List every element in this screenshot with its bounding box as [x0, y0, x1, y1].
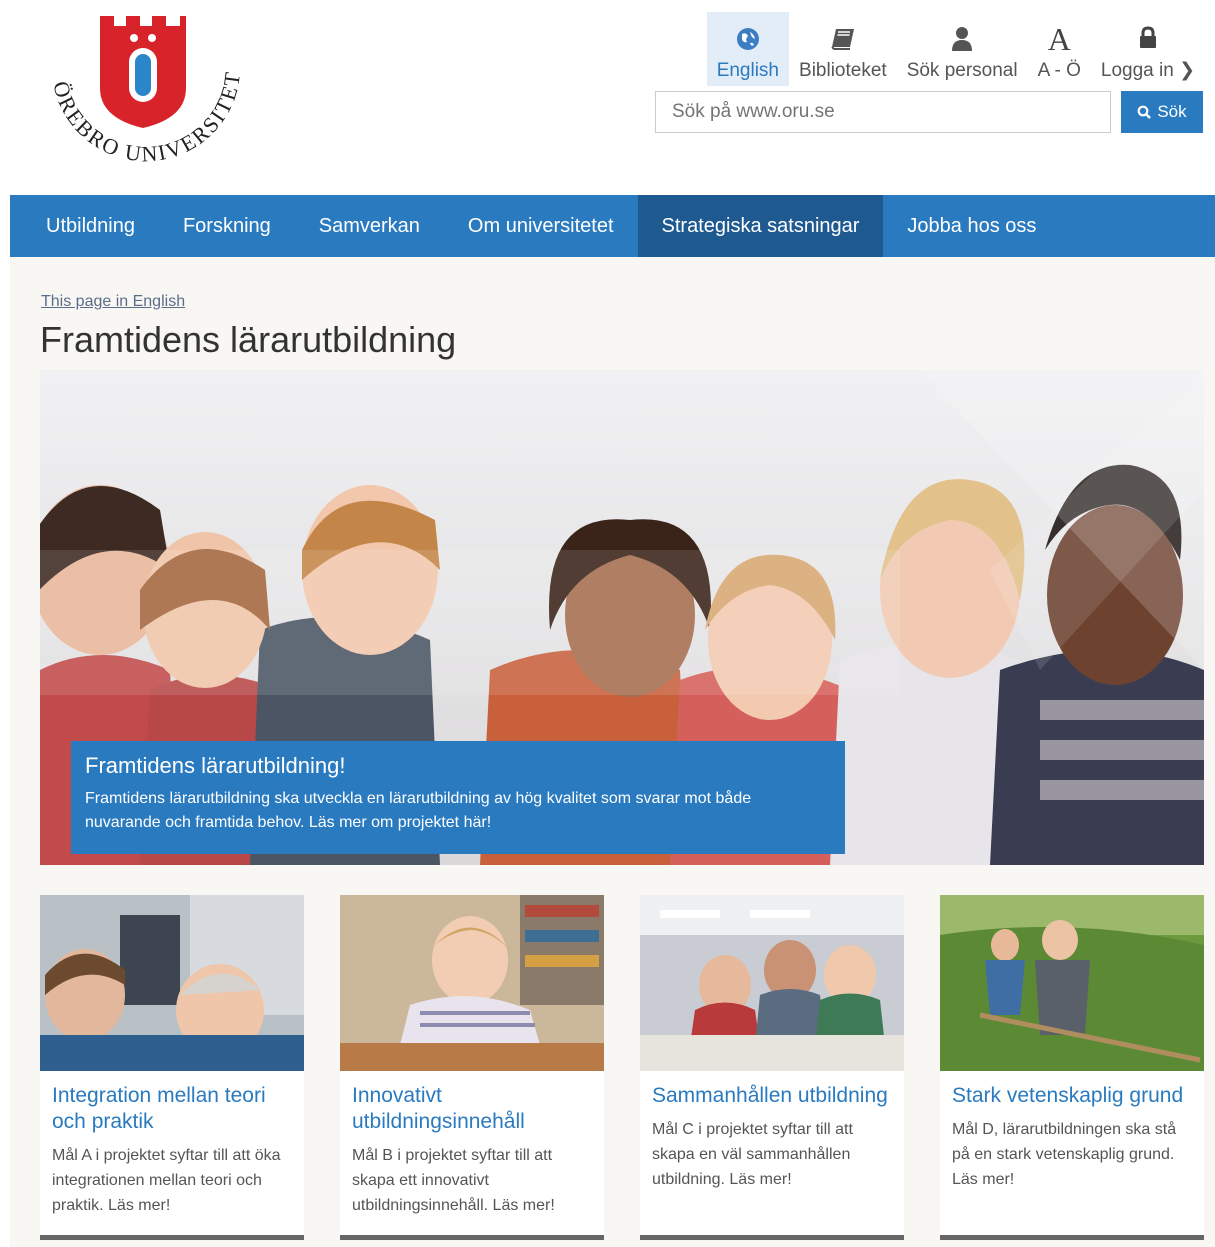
search-input[interactable]: [655, 91, 1111, 133]
book-icon: [830, 24, 856, 54]
login-label: Logga in ❯: [1100, 60, 1195, 81]
card-image: [940, 895, 1204, 1071]
hero-caption[interactable]: Framtidens lärarutbildning! Framtidens l…: [71, 741, 845, 854]
card-title: Stark vetenskaplig grund: [952, 1084, 1184, 1107]
person-icon: [951, 24, 973, 54]
card-innovativt[interactable]: Innovativt utbildningsinnehåll Mål B i p…: [340, 895, 604, 1240]
nav-item-strategiska-satsningar[interactable]: Strategiska satsningar: [637, 195, 884, 257]
hero-banner[interactable]: Framtidens lärarutbildning! Framtidens l…: [40, 370, 1204, 865]
card-text: Mål C i projektet syftar till att skapa …: [652, 1121, 853, 1188]
nav-item-om-universitetet[interactable]: Om universitetet: [444, 195, 638, 257]
card-integration[interactable]: Integration mellan teori och praktik Mål…: [40, 895, 304, 1240]
english-link[interactable]: English: [706, 12, 790, 86]
card-underline: [940, 1235, 1204, 1240]
nav-item-forskning[interactable]: Forskning: [159, 195, 295, 257]
main-nav: Utbildning Forskning Samverkan Om univer…: [10, 195, 1215, 257]
staff-search-label: Sök personal: [906, 60, 1018, 81]
card-image: [40, 895, 304, 1071]
utility-nav: English Biblioteket Sök personal A A - Ö…: [706, 12, 1205, 86]
login-link[interactable]: Logga in ❯: [1091, 12, 1205, 86]
card-underline: [640, 1235, 904, 1240]
card-image: [640, 895, 904, 1071]
lock-icon: [1138, 23, 1158, 53]
staff-search-link[interactable]: Sök personal: [897, 12, 1028, 86]
globe-icon: [735, 24, 761, 54]
main-content: This page in English Framtidens lärarutb…: [10, 257, 1215, 1247]
card-image: [340, 895, 604, 1071]
letter-a-icon: A: [1047, 20, 1071, 57]
nav-item-jobba-hos-oss[interactable]: Jobba hos oss: [883, 195, 1060, 257]
a-o-index-link[interactable]: A A - Ö: [1028, 12, 1091, 86]
site-search: Sök: [655, 91, 1203, 133]
english-page-link[interactable]: This page in English: [41, 293, 185, 311]
card-underline: [40, 1235, 304, 1240]
card-underline: [340, 1235, 604, 1240]
card-text: Mål B i projektet syftar till att skapa …: [352, 1147, 555, 1214]
nav-item-utbildning[interactable]: Utbildning: [10, 195, 159, 257]
search-button[interactable]: Sök: [1121, 91, 1203, 133]
hero-heading: Framtidens lärarutbildning!: [85, 753, 346, 778]
library-label: Biblioteket: [799, 60, 887, 81]
card-sammanhallen[interactable]: Sammanhållen utbildning Mål C i projekte…: [640, 895, 904, 1240]
goal-cards: Integration mellan teori och praktik Mål…: [40, 895, 1204, 1240]
nav-item-samverkan[interactable]: Samverkan: [295, 195, 444, 257]
card-title: Integration mellan teori och praktik: [52, 1084, 266, 1133]
library-link[interactable]: Biblioteket: [789, 12, 897, 86]
chevron-right-icon: ❯: [1179, 60, 1195, 81]
card-text: Mål D, lärarutbildningen ska stå på en s…: [952, 1121, 1177, 1188]
university-logo[interactable]: ÖREBRO UNIVERSITET: [30, 10, 260, 185]
search-button-label: Sök: [1157, 102, 1187, 121]
a-o-label: A - Ö: [1037, 60, 1081, 81]
card-text: Mål A i projektet syftar till att öka in…: [52, 1147, 281, 1214]
english-label: English: [716, 60, 780, 81]
card-title: Innovativt utbildningsinnehåll: [352, 1084, 525, 1133]
hero-text: Framtidens lärarutbildning ska utveckla …: [85, 790, 752, 831]
site-header: ÖREBRO UNIVERSITET English Biblioteket S…: [0, 0, 1215, 195]
card-title: Sammanhållen utbildning: [652, 1084, 888, 1107]
search-icon: [1137, 105, 1152, 119]
page-title: Framtidens lärarutbildning: [40, 319, 457, 360]
card-stark-vetenskaplig[interactable]: Stark vetenskaplig grund Mål D, lärarutb…: [940, 895, 1204, 1240]
